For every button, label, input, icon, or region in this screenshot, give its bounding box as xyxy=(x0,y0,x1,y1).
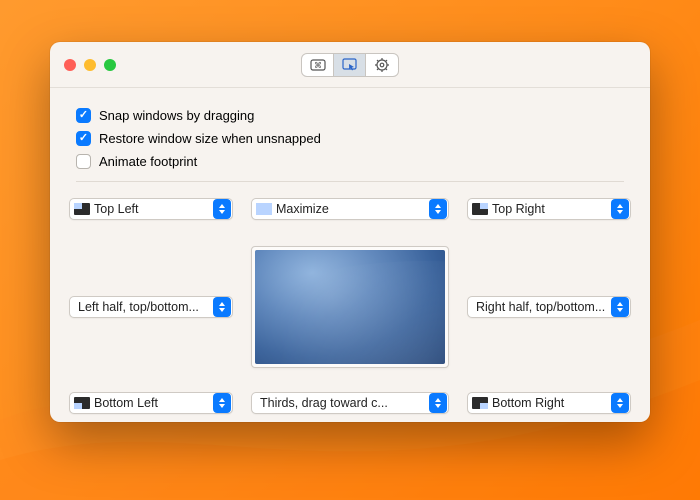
tab-snap[interactable] xyxy=(334,54,366,76)
minimize-button[interactable] xyxy=(84,59,96,71)
content-area: Snap windows by dragging Restore window … xyxy=(50,88,650,416)
stepper-icon xyxy=(213,297,231,317)
dropdown-label: Bottom Right xyxy=(492,396,610,410)
snap-checkbox[interactable] xyxy=(76,108,91,123)
layout-bottom-right-icon xyxy=(472,397,488,409)
snap-zones-grid: Top Left Maximize Top Right Left half, t… xyxy=(76,198,624,416)
close-button[interactable] xyxy=(64,59,76,71)
dropdown-label: Left half, top/bottom... xyxy=(74,300,212,314)
dropdown-bottom-center[interactable]: Thirds, drag toward c... xyxy=(251,392,449,414)
checkbox-row-animate: Animate footprint xyxy=(76,154,624,169)
snap-checkbox-label: Snap windows by dragging xyxy=(99,108,254,123)
layout-maximize-icon xyxy=(256,203,272,215)
stepper-icon xyxy=(213,199,231,219)
preview-panel xyxy=(251,246,449,368)
layout-bottom-left-icon xyxy=(74,397,90,409)
preview-desktop-image xyxy=(255,250,445,364)
svg-text:⌘: ⌘ xyxy=(314,61,322,70)
divider xyxy=(76,181,624,182)
dropdown-bottom-left[interactable]: Bottom Left xyxy=(69,392,233,414)
dropdown-mid-right[interactable]: Right half, top/bottom... xyxy=(467,296,631,318)
dropdown-label: Right half, top/bottom... xyxy=(472,300,610,314)
stepper-icon xyxy=(429,393,447,413)
tab-keyboard[interactable]: ⌘ xyxy=(302,54,334,76)
traffic-lights xyxy=(64,59,116,71)
keyboard-icon: ⌘ xyxy=(310,58,326,72)
layout-top-left-icon xyxy=(74,203,90,215)
tab-settings[interactable] xyxy=(366,54,398,76)
stepper-icon xyxy=(213,393,231,413)
toolbar-tabs: ⌘ xyxy=(301,53,399,77)
preferences-window: ⌘ xyxy=(50,42,650,422)
dropdown-top-center[interactable]: Maximize xyxy=(251,198,449,220)
animate-checkbox[interactable] xyxy=(76,154,91,169)
dropdown-label: Bottom Left xyxy=(94,396,212,410)
dropdown-label: Top Left xyxy=(94,202,212,216)
dropdown-label: Top Right xyxy=(492,202,610,216)
dropdown-mid-left[interactable]: Left half, top/bottom... xyxy=(69,296,233,318)
dropdown-top-left[interactable]: Top Left xyxy=(69,198,233,220)
restore-checkbox[interactable] xyxy=(76,131,91,146)
stepper-icon xyxy=(611,297,629,317)
restore-checkbox-label: Restore window size when unsnapped xyxy=(99,131,321,146)
stepper-icon xyxy=(429,199,447,219)
zoom-button[interactable] xyxy=(104,59,116,71)
animate-checkbox-label: Animate footprint xyxy=(99,154,197,169)
gear-icon xyxy=(374,57,390,73)
dropdown-bottom-right[interactable]: Bottom Right xyxy=(467,392,631,414)
layout-top-right-icon xyxy=(472,203,488,215)
checkbox-row-snap: Snap windows by dragging xyxy=(76,108,624,123)
cursor-window-icon xyxy=(342,58,358,72)
stepper-icon xyxy=(611,393,629,413)
dropdown-label: Thirds, drag toward c... xyxy=(256,396,428,410)
stepper-icon xyxy=(611,199,629,219)
titlebar: ⌘ xyxy=(50,42,650,88)
checkbox-row-restore: Restore window size when unsnapped xyxy=(76,131,624,146)
dropdown-label: Maximize xyxy=(276,202,428,216)
dropdown-top-right[interactable]: Top Right xyxy=(467,198,631,220)
